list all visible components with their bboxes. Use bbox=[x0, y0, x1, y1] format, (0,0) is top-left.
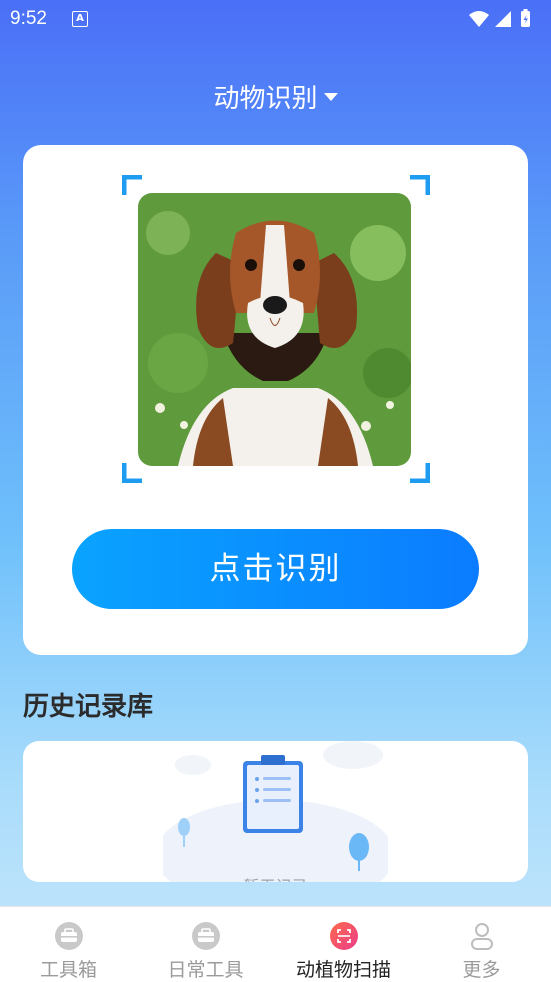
bottom-tabbar: 工具箱 日常工具 动植物扫描 更多 bbox=[0, 906, 551, 982]
scan-card: 点击识别 bbox=[23, 145, 528, 655]
status-icons bbox=[467, 9, 537, 33]
toolbox-icon bbox=[55, 922, 83, 950]
empty-history-text: 暂无记录 bbox=[23, 873, 528, 882]
scan-icon bbox=[330, 922, 358, 950]
history-title: 历史记录库 bbox=[23, 692, 154, 722]
tab-label: 日常工具 bbox=[167, 959, 244, 981]
battery-icon bbox=[521, 9, 530, 27]
tab-more[interactable]: 更多 bbox=[413, 907, 550, 982]
category-dropdown[interactable]: 动物识别 bbox=[0, 78, 551, 118]
tab-label: 工具箱 bbox=[39, 959, 97, 981]
empty-clipboard-illustration bbox=[163, 741, 388, 882]
page-title: 动物识别 bbox=[213, 84, 318, 114]
toolbox-icon bbox=[192, 922, 220, 950]
animal-photo[interactable] bbox=[138, 193, 411, 466]
tab-daily-tools[interactable]: 日常工具 bbox=[137, 907, 274, 982]
notification-icon: A bbox=[72, 11, 88, 27]
tab-label: 更多 bbox=[462, 959, 501, 981]
tab-label: 动植物扫描 bbox=[295, 959, 391, 981]
person-icon bbox=[471, 923, 493, 950]
status-bar: 9:52 A bbox=[0, 0, 551, 36]
wifi-icon bbox=[469, 11, 489, 27]
signal-icon bbox=[495, 11, 511, 27]
status-time: 9:52 bbox=[10, 8, 47, 29]
caret-down-icon bbox=[323, 92, 338, 101]
identify-button[interactable]: 点击识别 bbox=[72, 529, 479, 609]
history-card: 暂无记录 bbox=[23, 741, 528, 882]
tab-plant-animal-scan[interactable]: 动植物扫描 bbox=[275, 907, 412, 982]
tab-toolbox[interactable]: 工具箱 bbox=[0, 907, 137, 982]
